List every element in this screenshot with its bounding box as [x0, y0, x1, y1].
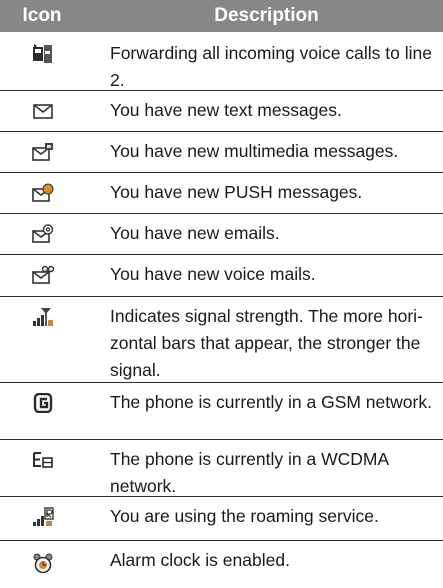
push-message-icon [32, 183, 54, 202]
table-row: You have new PUSH messages. [0, 173, 443, 214]
table-row: You are using the roaming service. [0, 497, 443, 541]
row-description: You have new multimedia messages. [110, 141, 399, 161]
row-description: Alarm clock is enabled. [110, 550, 290, 570]
row-description: You have new text messages. [110, 100, 342, 120]
row-description: The phone is currently in a WCDMA networ… [110, 449, 389, 496]
table-row: Indicates signal strength. The more hori… [0, 297, 443, 383]
multimedia-message-icon [32, 143, 53, 161]
description-column-header: Description [214, 5, 319, 26]
row-description: You have new voice mails. [110, 264, 316, 284]
table-header: Icon Description [0, 0, 443, 32]
alarm-clock-icon [33, 553, 53, 573]
gsm-network-icon [33, 393, 53, 413]
table-row: The phone is currently in a WCDMA networ… [0, 440, 443, 497]
row-description: You have new PUSH messages. [110, 182, 363, 202]
row-description: The phone is currently in a GSM network. [110, 392, 432, 412]
table-row: The phone is currently in a GSM network. [0, 383, 443, 440]
row-description: You have new emails. [110, 223, 280, 243]
row-description: You are using the roaming service. [110, 506, 379, 526]
table-row: Alarm clock is enabled. [0, 541, 443, 588]
icon-column-header: Icon [22, 5, 62, 26]
table-row: Forwarding all incoming voice calls to l… [0, 34, 443, 91]
table-row: You have new text messages. [0, 91, 443, 132]
roaming-icon [33, 507, 54, 526]
row-description: Indicates signal strength. The more hori… [110, 306, 423, 380]
email-icon [32, 224, 54, 243]
table-row: You have new voice mails. [0, 255, 443, 297]
table-row: You have new multimedia messages. [0, 132, 443, 173]
text-message-icon [33, 104, 53, 119]
voice-mail-icon [32, 265, 54, 284]
table-row: You have new emails. [0, 214, 443, 255]
wcdma-network-icon [33, 452, 53, 468]
row-description: Forwarding all incoming voice calls to l… [110, 43, 432, 90]
signal-strength-icon [33, 308, 53, 326]
call-forward-line2-icon [33, 44, 52, 63]
